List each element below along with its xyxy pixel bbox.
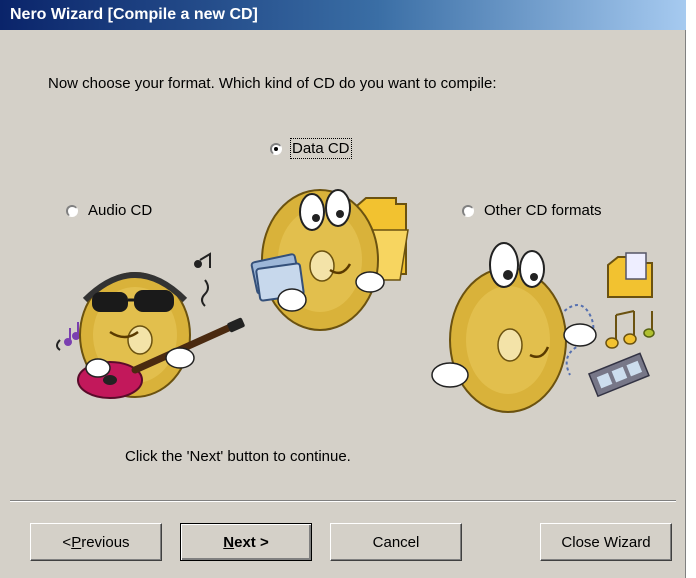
audio-cd-label[interactable]: Audio CD xyxy=(88,202,152,219)
wizard-window: Nero Wizard [Compile a new CD] Now choos… xyxy=(0,0,686,578)
other-cd-formats-label[interactable]: Other CD formats xyxy=(484,202,602,219)
data-cd-label[interactable]: Data CD xyxy=(290,138,352,159)
audio-cd-mascot-illustration xyxy=(56,252,245,399)
format-prompt: Now choose your format. Which kind of CD… xyxy=(48,75,497,92)
footer-separator xyxy=(10,500,676,502)
title-bar: Nero Wizard [Compile a new CD] xyxy=(0,0,686,30)
data-cd-radio[interactable]: Data CD xyxy=(270,138,352,159)
previous-button[interactable]: < Previous xyxy=(30,523,162,561)
audio-cd-radio[interactable]: Audio CD xyxy=(66,202,152,219)
close-wizard-button[interactable]: Close Wizard xyxy=(540,523,672,561)
cancel-button[interactable]: Cancel xyxy=(330,523,462,561)
other-cd-formats-mascot-illustration xyxy=(431,242,655,413)
other-cd-formats-radio[interactable]: Other CD formats xyxy=(462,202,602,219)
previous-mnemonic: P xyxy=(71,533,82,551)
radio-indicator[interactable] xyxy=(66,204,78,217)
previous-rest: revious xyxy=(81,533,130,551)
radio-indicator[interactable] xyxy=(462,204,474,217)
next-mnemonic: N xyxy=(223,533,235,551)
previous-prefix: < xyxy=(62,533,72,551)
continue-instructions: Click the 'Next' button to continue. xyxy=(125,448,351,465)
data-cd-mascot-illustration xyxy=(250,189,409,331)
window-title: Nero Wizard [Compile a new CD] xyxy=(10,6,258,23)
next-button[interactable]: Next > xyxy=(180,523,312,561)
radio-indicator[interactable] xyxy=(270,142,282,155)
next-rest: ext > xyxy=(234,533,269,551)
